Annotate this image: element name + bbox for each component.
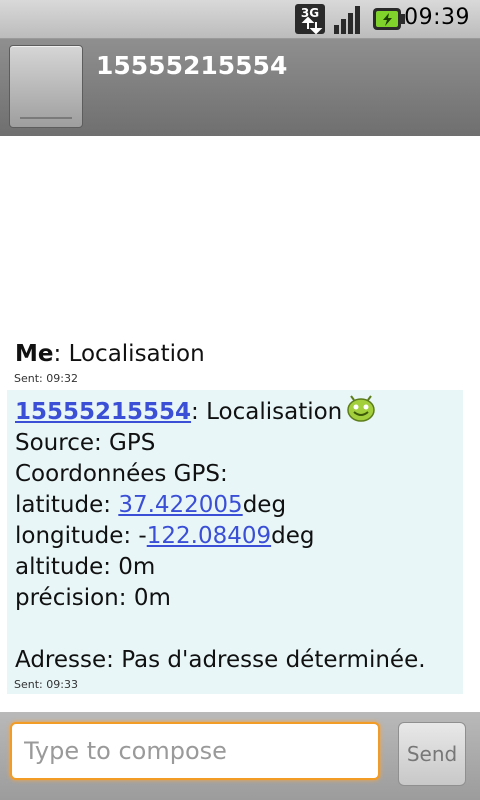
status-clock: 09:39 bbox=[404, 5, 470, 30]
send-button[interactable]: Send bbox=[398, 722, 466, 786]
longitude-label: longitude: - bbox=[15, 523, 147, 549]
longitude-link[interactable]: 122.08409 bbox=[147, 523, 271, 549]
compose-bar: Send bbox=[0, 712, 480, 800]
gps-coords-heading: Coordonnées GPS: bbox=[15, 461, 228, 487]
message-sender-link[interactable]: 15555215554 bbox=[15, 399, 191, 425]
svg-text:3G: 3G bbox=[301, 6, 319, 20]
compose-input[interactable] bbox=[10, 722, 380, 780]
message-timestamp: Sent: 09:33 bbox=[14, 678, 78, 691]
latitude-link[interactable]: 37.422005 bbox=[118, 492, 242, 518]
signal-strength-icon bbox=[334, 6, 360, 34]
altitude-line: altitude: 0m bbox=[15, 554, 156, 580]
precision-line: précision: 0m bbox=[15, 585, 171, 611]
network-3g-icon: 3G bbox=[295, 4, 325, 35]
contact-title: 15555215554 bbox=[96, 51, 288, 80]
message-sender: Me bbox=[15, 341, 54, 367]
message-body: 15555215554: Localisation Source: GPS Co… bbox=[15, 395, 463, 676]
status-bar: 3G 09:39 bbox=[0, 0, 480, 39]
conversation-header: 15555215554 bbox=[0, 39, 480, 136]
latitude-unit: deg bbox=[242, 492, 287, 518]
message-item-incoming[interactable]: 15555215554: Localisation Source: GPS Co… bbox=[7, 390, 463, 694]
message-item-outgoing[interactable]: Me: Localisation Sent: 09:32 bbox=[0, 339, 480, 385]
message-text: Localisation bbox=[206, 399, 343, 425]
android-smiley-icon bbox=[347, 395, 375, 422]
message-body: Me: Localisation bbox=[15, 341, 205, 367]
message-timestamp: Sent: 09:32 bbox=[14, 372, 78, 385]
contact-avatar[interactable] bbox=[9, 45, 83, 128]
gps-source-line: Source: GPS bbox=[15, 430, 156, 456]
address-line: Adresse: Pas d'adresse déterminée. bbox=[15, 647, 426, 673]
message-text: Localisation bbox=[68, 341, 205, 367]
longitude-unit: deg bbox=[271, 523, 315, 549]
latitude-label: latitude: bbox=[15, 492, 119, 518]
battery-charging-icon bbox=[373, 8, 405, 30]
